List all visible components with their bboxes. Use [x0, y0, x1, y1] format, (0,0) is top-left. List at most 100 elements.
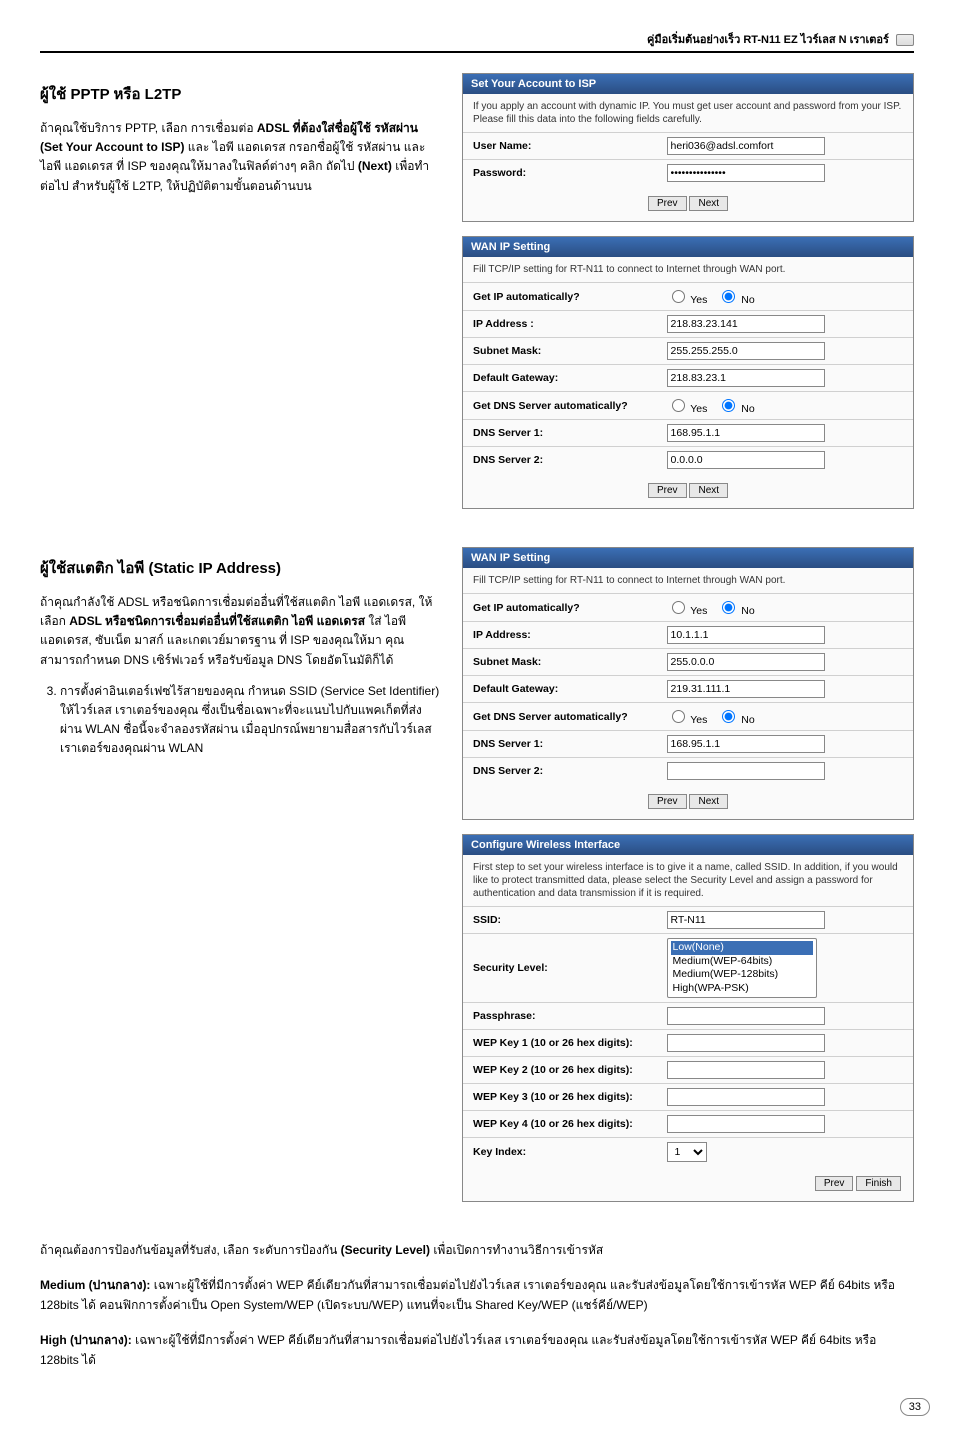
medium-text: เฉพาะผู้ใช้ที่มีการตั้งค่า WEP คีย์เดียว…	[40, 1278, 895, 1312]
radio-yes[interactable]: Yes	[667, 605, 708, 617]
row-label: Subnet Mask:	[473, 656, 666, 668]
prev-button[interactable]: Prev	[648, 794, 687, 809]
panel-row: WEP Key 1 (10 or 26 hex digits):	[463, 1029, 913, 1056]
high-desc: High (ปานกลาง): เฉพาะผู้ใช้ที่มีการตั้งค…	[40, 1330, 914, 1371]
panel-row: Subnet Mask:	[463, 337, 913, 364]
row-value	[667, 1034, 825, 1052]
section-text: ผู้ใช้สแตติก ไอพี (Static IP Address) ถ้…	[40, 547, 442, 1216]
prev-button[interactable]: Prev	[648, 196, 687, 211]
panel-row: IP Address:	[463, 621, 913, 648]
row-value	[667, 1088, 825, 1106]
text-input[interactable]	[667, 369, 825, 387]
text-input[interactable]	[667, 342, 825, 360]
next-button[interactable]: Next	[689, 196, 728, 211]
prev-button[interactable]: Prev	[815, 1176, 854, 1191]
row-label: Subnet Mask:	[473, 345, 666, 357]
text-input[interactable]	[667, 1115, 825, 1133]
radio-no[interactable]: No	[717, 403, 754, 415]
page-number: 33	[900, 1398, 930, 1416]
panel-row: DNS Server 1:	[463, 730, 913, 757]
radio-no[interactable]: No	[717, 294, 754, 306]
row-label: WEP Key 4 (10 or 26 hex digits):	[473, 1118, 666, 1130]
row-label: SSID:	[473, 914, 666, 926]
text-input[interactable]	[667, 424, 825, 442]
page-header: คู่มือเริ่มต้นอย่างเร็ว RT-N11 EZ ไวร์เล…	[40, 30, 914, 53]
section2-title: ผู้ใช้สแตติก ไอพี (Static IP Address)	[40, 557, 442, 581]
section-panels: WAN IP Setting Fill TCP/IP setting for R…	[462, 547, 914, 1216]
text-input[interactable]	[667, 315, 825, 333]
row-label: Get IP automatically?	[473, 291, 666, 303]
next-button[interactable]: Next	[689, 483, 728, 498]
row-label: Get IP automatically?	[473, 602, 666, 614]
text-input[interactable]	[667, 451, 825, 469]
text-input[interactable]	[667, 1034, 825, 1052]
username-label: User Name:	[473, 140, 666, 152]
row-value	[667, 315, 825, 333]
section-static-ip: ผู้ใช้สแตติก ไอพี (Static IP Address) ถ้…	[40, 547, 914, 1216]
radio-yes[interactable]: Yes	[667, 294, 708, 306]
panel-account: Set Your Account to ISP If you apply an …	[462, 73, 914, 222]
panel-row: Passphrase:	[463, 1002, 913, 1029]
password-input[interactable]	[667, 164, 825, 182]
radio-no[interactable]: No	[717, 605, 754, 617]
panel-wan2: WAN IP Setting Fill TCP/IP setting for R…	[462, 547, 914, 820]
panel-row: WEP Key 2 (10 or 26 hex digits):	[463, 1056, 913, 1083]
panel-row: Subnet Mask:	[463, 648, 913, 675]
next-button[interactable]: Next	[689, 794, 728, 809]
panel-row: SSID:	[463, 906, 913, 933]
text-input[interactable]	[667, 911, 825, 929]
text-input[interactable]	[667, 1061, 825, 1079]
panel-row: Get DNS Server automatically? Yes No	[463, 702, 913, 730]
panel-row: Default Gateway:	[463, 675, 913, 702]
text-input[interactable]	[667, 680, 825, 698]
panel-footer: Prev Next	[463, 186, 913, 221]
panel-row: IP Address :	[463, 310, 913, 337]
row-value	[667, 1115, 825, 1133]
text-input[interactable]	[667, 735, 825, 753]
row-password: Password:	[463, 159, 913, 186]
row-value	[667, 735, 825, 753]
text-input[interactable]	[667, 1088, 825, 1106]
text-input[interactable]	[667, 762, 825, 780]
medium-label: Medium (ปานกลาง):	[40, 1278, 150, 1292]
panel-row: WEP Key 3 (10 or 26 hex digits):	[463, 1083, 913, 1110]
row-label: WEP Key 2 (10 or 26 hex digits):	[473, 1064, 666, 1076]
row-label: WEP Key 1 (10 or 26 hex digits):	[473, 1037, 666, 1049]
section2-paragraph: ถ้าคุณกำลังใช้ ADSL หรือชนิดการเชื่อมต่อ…	[40, 593, 442, 670]
section1-title: ผู้ใช้ PPTP หรือ L2TP	[40, 83, 442, 107]
row-username: User Name:	[463, 132, 913, 159]
radio-no[interactable]: No	[717, 714, 754, 726]
finish-button[interactable]: Finish	[856, 1176, 901, 1191]
text-input[interactable]	[667, 626, 825, 644]
radio-yes[interactable]: Yes	[667, 403, 708, 415]
panel-desc: If you apply an account with dynamic IP.…	[463, 94, 913, 132]
radio-yes[interactable]: Yes	[667, 714, 708, 726]
text-input[interactable]	[667, 1007, 825, 1025]
row-value	[667, 762, 825, 780]
row-value	[667, 911, 825, 929]
row-label: DNS Server 2:	[473, 765, 666, 777]
username-input[interactable]	[667, 137, 825, 155]
section1-paragraph: ถ้าคุณใช้บริการ PPTP, เลือก การเชื่อมต่อ…	[40, 119, 442, 196]
text-input[interactable]	[667, 653, 825, 671]
select-input[interactable]: Low(None)Medium(WEP-64bits)Medium(WEP-12…	[667, 938, 817, 998]
row-label: Default Gateway:	[473, 683, 666, 695]
select-input[interactable]: 1	[667, 1142, 707, 1162]
prev-button[interactable]: Prev	[648, 483, 687, 498]
panel-footer: Prev Next	[463, 473, 913, 508]
panel-desc: Fill TCP/IP setting for RT-N11 to connec…	[463, 568, 913, 593]
row-value	[667, 342, 825, 360]
row-label: DNS Server 2:	[473, 454, 666, 466]
panel-footer: Prev Next	[463, 784, 913, 819]
row-value	[667, 680, 825, 698]
panel-desc: First step to set your wireless interfac…	[463, 855, 913, 906]
row-value	[667, 1061, 825, 1079]
section-pptp: ผู้ใช้ PPTP หรือ L2TP ถ้าคุณใช้บริการ PP…	[40, 73, 914, 523]
row-label: Get DNS Server automatically?	[473, 400, 666, 412]
panel-row: Key Index:1	[463, 1137, 913, 1166]
panel-row: WEP Key 4 (10 or 26 hex digits):	[463, 1110, 913, 1137]
step-list: การตั้งค่าอินเตอร์เฟซไร้สายของคุณ กำหนด …	[40, 682, 442, 759]
row-label: WEP Key 3 (10 or 26 hex digits):	[473, 1091, 666, 1103]
section-text: ผู้ใช้ PPTP หรือ L2TP ถ้าคุณใช้บริการ PP…	[40, 73, 442, 523]
panel-title: WAN IP Setting	[463, 237, 913, 257]
